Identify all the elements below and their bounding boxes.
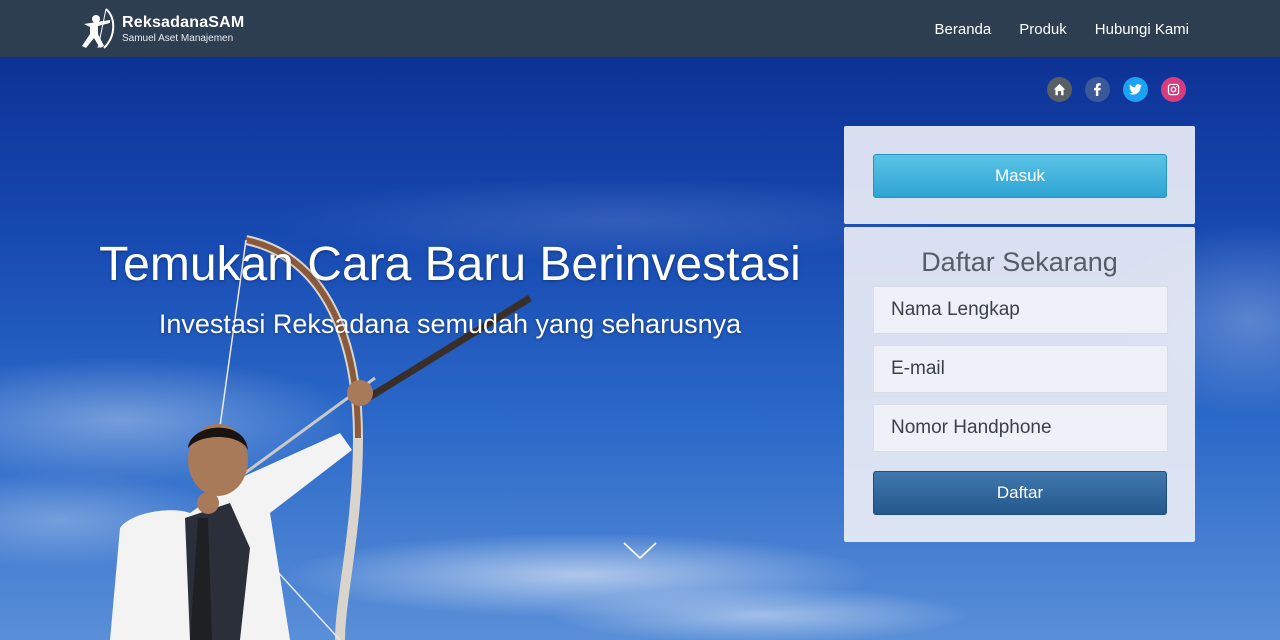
- brand-home-link[interactable]: ReksadanaSAM Samuel Aset Manajemen: [76, 6, 244, 52]
- social-links: [1047, 77, 1199, 102]
- twitter-icon: [1129, 84, 1142, 95]
- masuk-button[interactable]: Masuk: [873, 154, 1167, 198]
- instagram-icon: [1167, 83, 1180, 96]
- top-navbar: ReksadanaSAM Samuel Aset Manajemen Beran…: [0, 0, 1280, 58]
- hero-subheadline: Investasi Reksadana semudah yang seharus…: [158, 309, 742, 339]
- facebook-icon: [1094, 83, 1101, 96]
- home-icon: [1053, 83, 1066, 96]
- nav-item-produk[interactable]: Produk: [1019, 21, 1067, 38]
- brand-tagline: Samuel Aset Manajemen: [122, 33, 234, 44]
- brand-name: ReksadanaSAM: [122, 14, 245, 31]
- phone-input[interactable]: [873, 404, 1168, 452]
- login-panel: Masuk: [844, 126, 1195, 224]
- home-social-button[interactable]: [1047, 77, 1072, 102]
- main-nav: Beranda Produk Hubungi Kami: [907, 0, 1189, 58]
- chevron-down-icon[interactable]: [622, 540, 658, 562]
- register-title: Daftar Sekarang: [921, 247, 1118, 277]
- email-input[interactable]: [873, 345, 1168, 393]
- instagram-social-button[interactable]: [1161, 77, 1186, 102]
- hero-headline: Temukan Cara Baru Berinvestasi: [99, 238, 801, 291]
- register-form: Daftar Sekarang Daftar: [844, 227, 1195, 542]
- daftar-button[interactable]: Daftar: [873, 471, 1167, 515]
- full-name-input[interactable]: [873, 286, 1168, 334]
- nav-item-hubungi-kami[interactable]: Hubungi Kami: [1095, 21, 1189, 38]
- twitter-social-button[interactable]: [1123, 77, 1148, 102]
- nav-item-beranda[interactable]: Beranda: [935, 21, 992, 38]
- facebook-social-button[interactable]: [1085, 77, 1110, 102]
- archer-logo-icon: [82, 8, 115, 49]
